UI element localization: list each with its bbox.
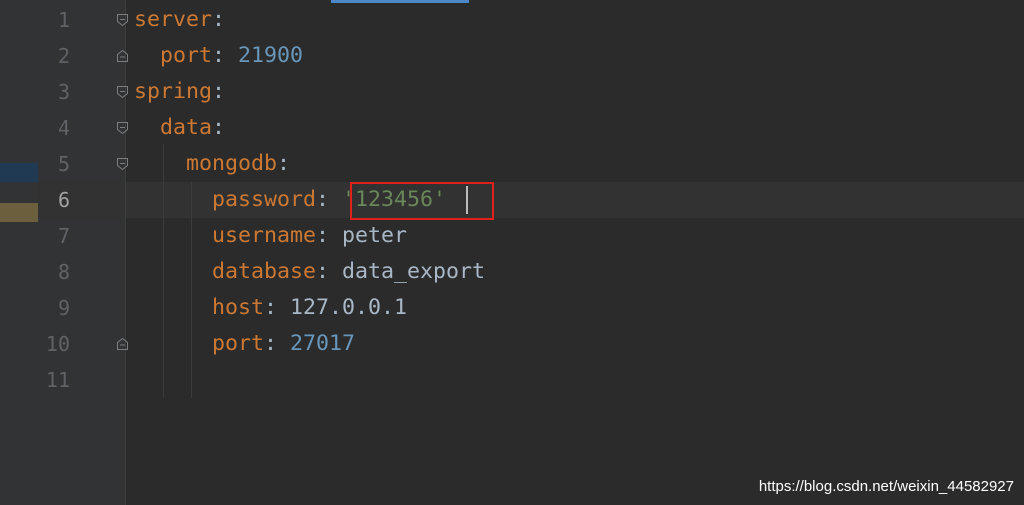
yaml-key: port	[212, 331, 265, 356]
strip-marker	[0, 203, 38, 222]
fold-open-icon[interactable]	[116, 121, 129, 135]
yaml-separator: :	[264, 331, 291, 356]
yaml-value: 127.0.0.1	[290, 295, 408, 320]
yaml-key: data	[160, 115, 213, 140]
fold-open-icon[interactable]	[116, 85, 129, 99]
yaml-separator: :	[212, 79, 226, 104]
line-number: 8	[57, 260, 70, 284]
yaml-key: database	[212, 259, 317, 284]
active-tab-indicator	[331, 0, 469, 3]
fold-end-icon[interactable]	[116, 337, 129, 351]
line-number: 6	[57, 188, 70, 212]
yaml-value: peter	[342, 223, 408, 248]
yaml-separator: :	[316, 223, 343, 248]
fold-end-icon[interactable]	[116, 49, 129, 63]
line-number: 1	[57, 8, 70, 32]
tool-window-strip	[0, 0, 38, 505]
code-line[interactable]: host: 127.0.0.1	[134, 290, 407, 326]
code-line[interactable]: database: data_export	[134, 254, 485, 290]
code-line[interactable]: data:	[134, 110, 225, 146]
yaml-key: username	[212, 223, 317, 248]
code-line[interactable]: server:	[134, 2, 225, 38]
line-number: 4	[57, 116, 70, 140]
line-number: 7	[57, 224, 70, 248]
code-line[interactable]: mongodb:	[134, 146, 290, 182]
watermark: https://blog.csdn.net/weixin_44582927	[758, 478, 1014, 495]
yaml-separator: :	[264, 295, 291, 320]
highlight-box	[350, 182, 494, 220]
line-number: 9	[57, 296, 70, 320]
code-line[interactable]: port: 21900	[134, 38, 303, 74]
yaml-key: password	[212, 187, 317, 212]
fold-open-icon[interactable]	[116, 157, 129, 171]
line-number: 2	[57, 44, 70, 68]
yaml-key: server	[134, 7, 213, 32]
yaml-separator: :	[277, 151, 291, 176]
yaml-value: 21900	[238, 43, 304, 68]
yaml-separator: :	[212, 115, 226, 140]
yaml-key: mongodb	[186, 151, 278, 176]
line-number: 3	[57, 80, 70, 104]
fold-open-icon[interactable]	[116, 13, 129, 27]
yaml-value: data_export	[342, 259, 486, 284]
yaml-separator: :	[212, 43, 239, 68]
yaml-separator: :	[316, 259, 343, 284]
yaml-key: spring	[134, 79, 213, 104]
yaml-value: 27017	[290, 331, 356, 356]
strip-marker	[0, 163, 38, 182]
line-number: 5	[57, 152, 70, 176]
code-line[interactable]: port: 27017	[134, 326, 355, 362]
yaml-key: port	[160, 43, 213, 68]
line-number: 11	[45, 368, 70, 392]
line-number: 10	[45, 332, 70, 356]
yaml-key: host	[212, 295, 265, 320]
yaml-separator: :	[212, 7, 226, 32]
yaml-separator: :	[316, 187, 343, 212]
code-line[interactable]: spring:	[134, 74, 225, 110]
code-line[interactable]: username: peter	[134, 218, 407, 254]
